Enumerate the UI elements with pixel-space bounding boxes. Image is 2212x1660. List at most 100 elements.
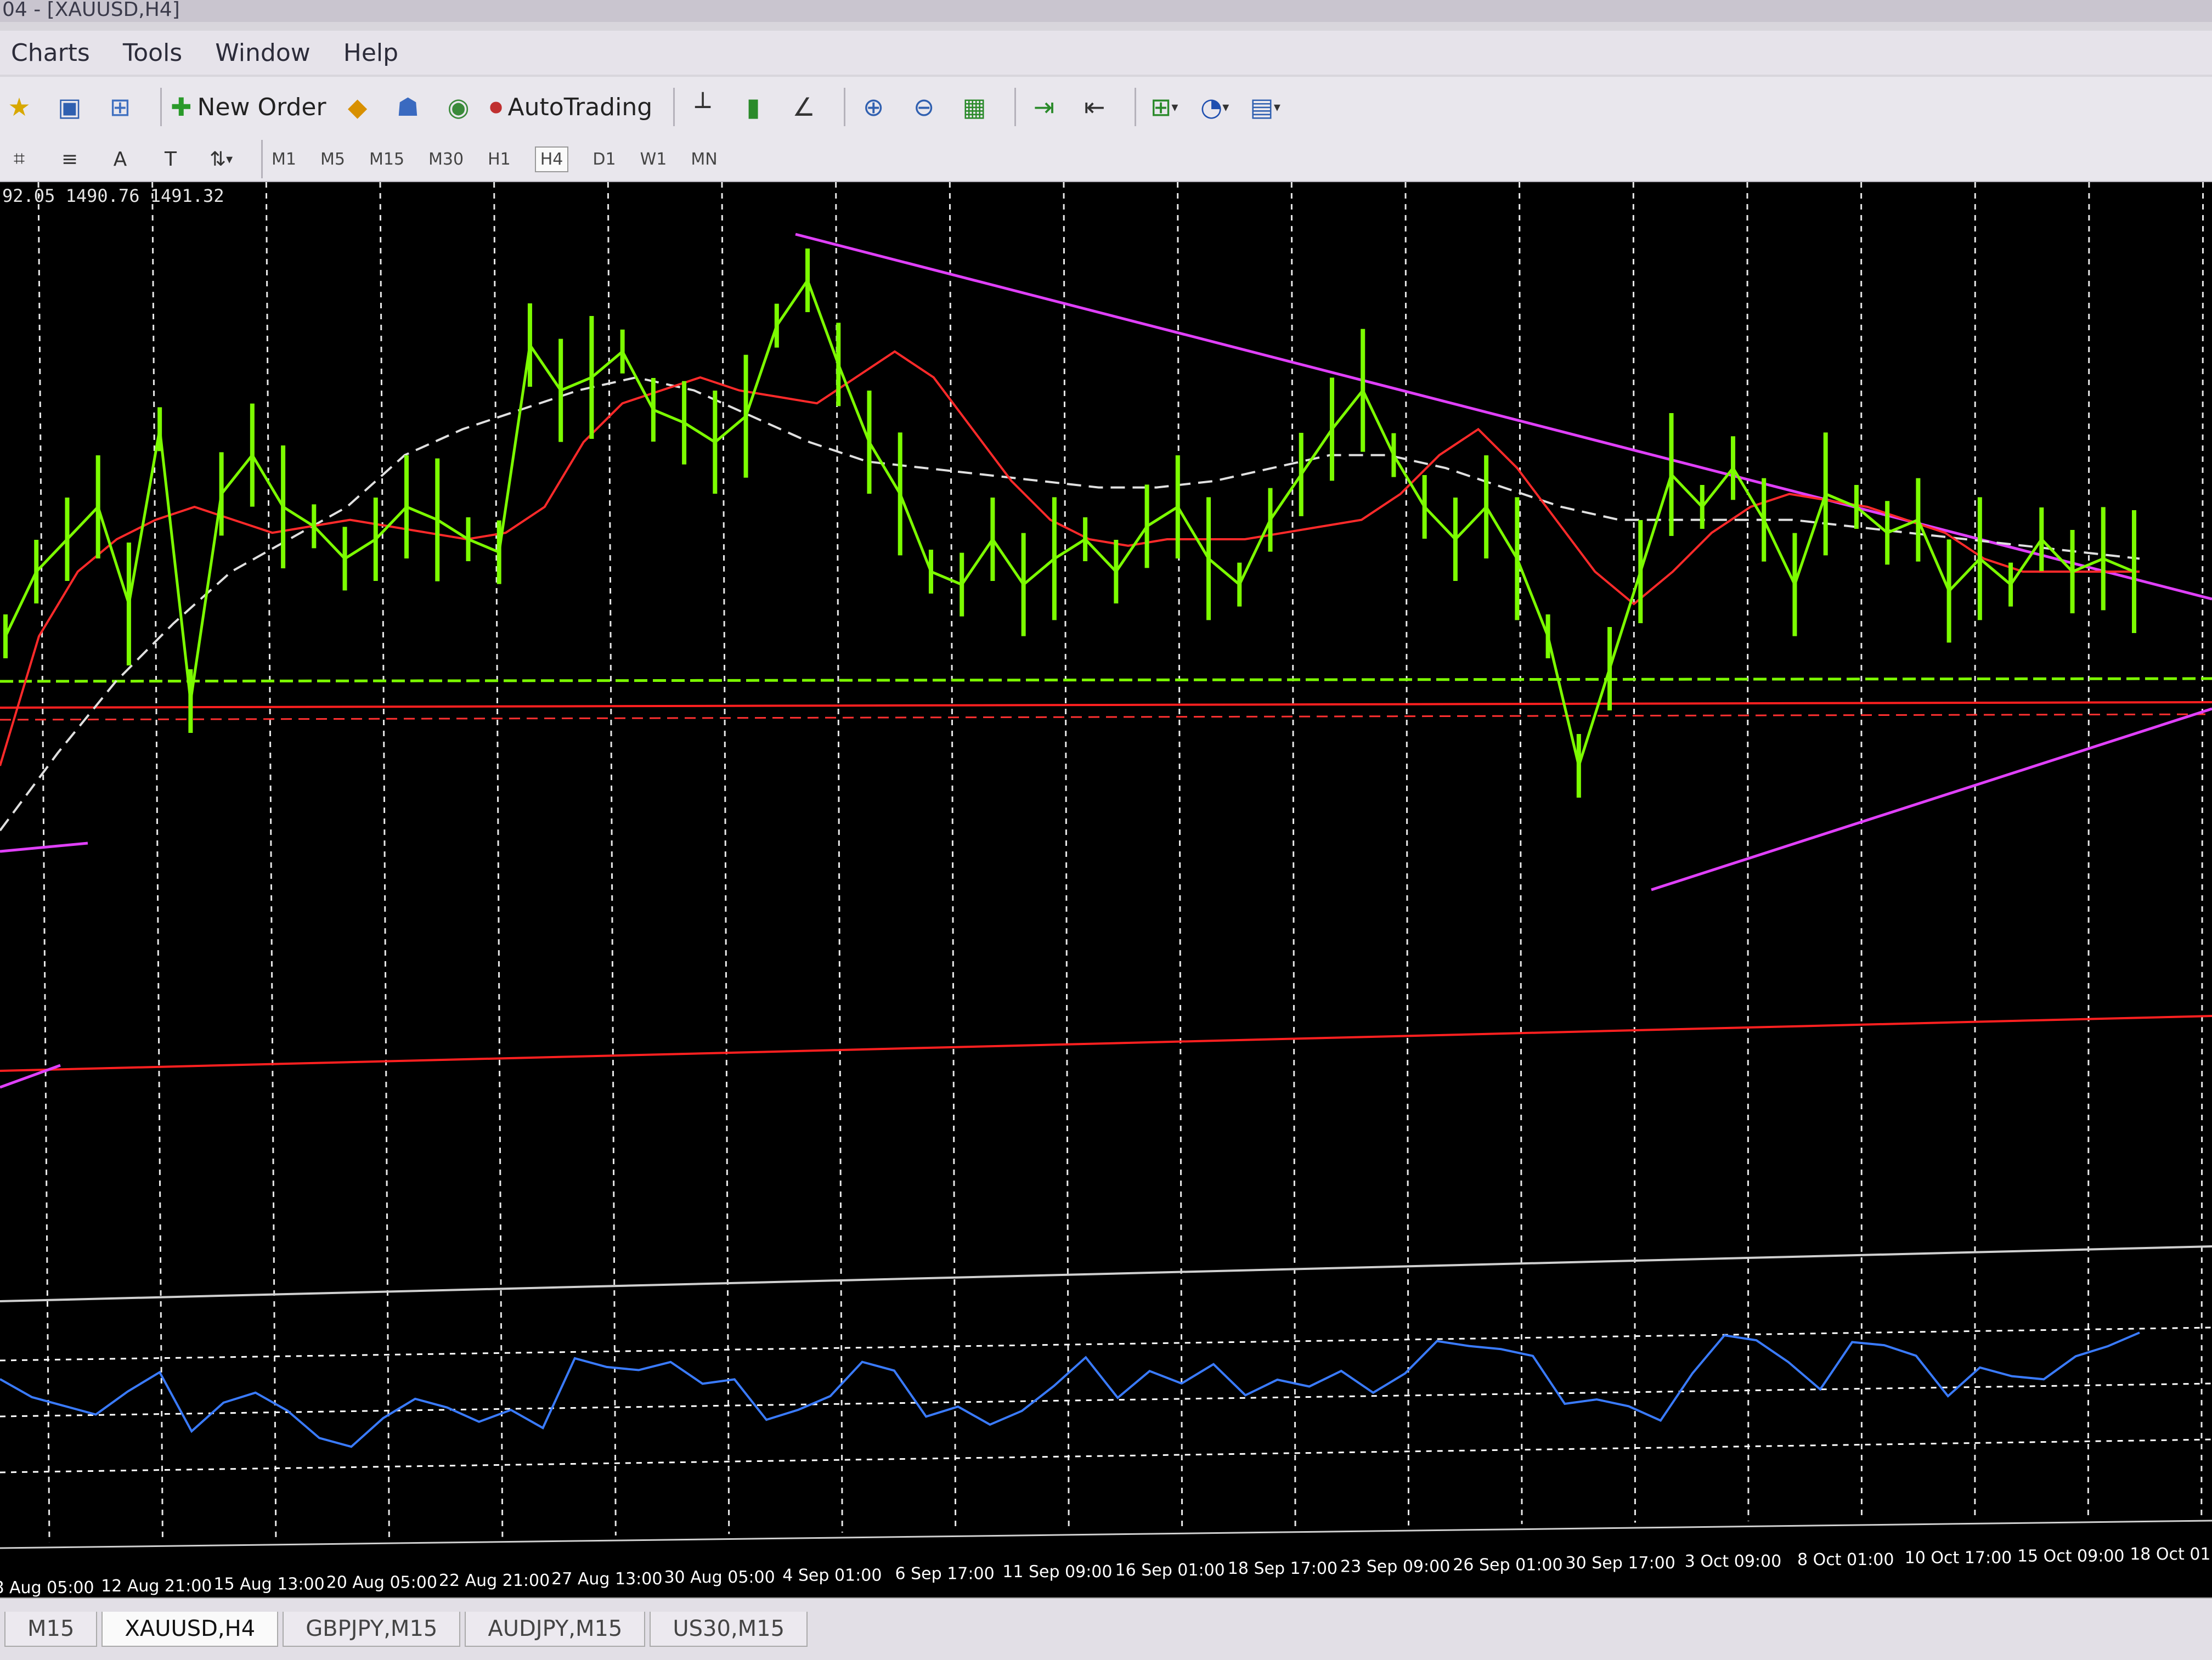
trendlines bbox=[0, 234, 2212, 1087]
timeframe-m1[interactable]: M1 bbox=[272, 150, 296, 169]
autotrading-button[interactable]: ⏺ AutoTrading bbox=[490, 88, 653, 126]
chart-shift-button[interactable]: ⇤ bbox=[1075, 88, 1114, 126]
menu-charts[interactable]: Charts bbox=[11, 39, 90, 67]
market-watch-button[interactable]: ⊞ bbox=[101, 88, 139, 126]
line-chart-button[interactable]: ∠ bbox=[785, 88, 823, 126]
toolbar-separator bbox=[1135, 88, 1136, 126]
menu-tools[interactable]: Tools bbox=[123, 39, 182, 67]
favorites-button[interactable]: ★ bbox=[0, 88, 38, 126]
time-axis-label: 8 Oct 01:00 bbox=[1797, 1550, 1894, 1569]
zoom-in-icon: ⊕ bbox=[863, 92, 884, 122]
periods-button[interactable]: ◔▾ bbox=[1195, 88, 1234, 126]
arrows-button[interactable]: ⇅▾ bbox=[202, 140, 240, 178]
vertical-gridline bbox=[1520, 182, 1522, 1524]
time-axis-label: 12 Aug 21:00 bbox=[101, 1577, 212, 1596]
time-axis-label: 15 Oct 09:00 bbox=[2017, 1546, 2125, 1566]
descending-trendline[interactable] bbox=[795, 234, 2212, 599]
vertical-gridline bbox=[1406, 182, 1409, 1526]
zoom-in-button[interactable]: ⊕ bbox=[854, 88, 893, 126]
timeframe-h1[interactable]: H1 bbox=[488, 150, 511, 169]
chart-grid bbox=[38, 182, 2203, 1543]
broadcast-button[interactable]: ◉ bbox=[439, 88, 478, 126]
timeframe-mn[interactable]: MN bbox=[691, 150, 717, 169]
autotrading-icon: ⏺ bbox=[490, 92, 503, 122]
zoom-out-button[interactable]: ⊖ bbox=[905, 88, 943, 126]
new-order-label: New Order bbox=[198, 93, 326, 121]
oscillator-level bbox=[0, 1439, 2212, 1472]
zoom-out-icon: ⊖ bbox=[913, 92, 935, 122]
chart-tabs: M15 XAUUSD,H4 GBPJPY,M15 AUDJPY,M15 US30… bbox=[0, 1597, 2212, 1660]
menu-window[interactable]: Window bbox=[215, 39, 311, 67]
oscillator-level bbox=[0, 1384, 2212, 1416]
fibonacci-button[interactable]: ≡ bbox=[50, 140, 89, 178]
ohlc-readout: 92.05 1490.76 1491.32 bbox=[2, 185, 224, 206]
cross-icon: ⌗ bbox=[14, 148, 25, 171]
autoscroll-icon: ⇥ bbox=[1034, 92, 1055, 122]
tile-windows-button[interactable]: ▦ bbox=[955, 88, 994, 126]
timeframe-m15[interactable]: M15 bbox=[369, 150, 404, 169]
vertical-gridline bbox=[1633, 182, 1635, 1523]
vertical-gridline bbox=[153, 182, 163, 1541]
time-axis-label: 27 Aug 13:00 bbox=[551, 1569, 662, 1589]
timeframe-m30[interactable]: M30 bbox=[428, 150, 464, 169]
autoscroll-button[interactable]: ⇥ bbox=[1025, 88, 1063, 126]
vertical-gridline bbox=[1178, 182, 1182, 1528]
indicator-separator[interactable] bbox=[0, 1246, 2212, 1301]
expert-button[interactable]: ☗ bbox=[389, 88, 427, 126]
new-window-button[interactable]: ▣ bbox=[50, 88, 89, 126]
standard-toolbar: ★ ▣ ⊞ ✚ New Order ◆ ☗ ◉ ⏺ AutoTrading ┴ … bbox=[0, 77, 2212, 137]
text-icon: A bbox=[114, 148, 127, 171]
broadcast-icon: ◉ bbox=[447, 92, 469, 122]
tab-us30-m15[interactable]: US30,M15 bbox=[650, 1612, 808, 1647]
price-chart[interactable]: 8 Aug 05:0012 Aug 21:0015 Aug 13:0020 Au… bbox=[0, 182, 2212, 1597]
time-axis-label: 22 Aug 21:00 bbox=[439, 1571, 550, 1590]
horizontal-levels bbox=[0, 679, 2212, 1071]
time-axis-label: 3 Oct 09:00 bbox=[1685, 1552, 1781, 1571]
timeframe-m5[interactable]: M5 bbox=[320, 150, 345, 169]
time-axis-label: 18 Oct 01:00 bbox=[2130, 1545, 2212, 1564]
vertical-gridline bbox=[1747, 182, 1748, 1521]
new-order-button[interactable]: ✚ New Order bbox=[171, 88, 326, 126]
vertical-gridline bbox=[266, 182, 276, 1540]
window-title: 04 - [XAUUSD,H4] bbox=[0, 0, 2212, 22]
time-axis-label: 18 Sep 17:00 bbox=[1228, 1559, 1338, 1578]
red-level-dashed bbox=[0, 714, 2212, 720]
line-chart-icon: ∠ bbox=[793, 92, 815, 122]
red-level-lower bbox=[0, 1016, 2212, 1071]
time-axis-label: 8 Aug 05:00 bbox=[0, 1578, 94, 1597]
time-axis-label: 11 Sep 09:00 bbox=[1002, 1562, 1112, 1582]
menu-help[interactable]: Help bbox=[343, 39, 398, 67]
tab-gbpjpy-m15[interactable]: GBPJPY,M15 bbox=[283, 1612, 460, 1647]
text-button[interactable]: A bbox=[101, 140, 139, 178]
star-icon: ★ bbox=[8, 92, 30, 122]
timeframe-w1[interactable]: W1 bbox=[640, 150, 667, 169]
grid-icon: ≡ bbox=[61, 148, 78, 171]
candlestick-button[interactable]: ▮ bbox=[734, 88, 772, 126]
tile-windows-icon: ▦ bbox=[962, 92, 986, 122]
window-icon: ▣ bbox=[58, 92, 81, 122]
vertical-gridline bbox=[1291, 182, 1295, 1527]
time-axis-border bbox=[0, 1521, 2212, 1548]
line-studies-toolbar: ⌗ ≡ A T ⇅▾ M1 M5 M15 M30 H1 H4 D1 W1 MN bbox=[0, 137, 2212, 182]
time-axis-label: 15 Aug 13:00 bbox=[213, 1575, 324, 1594]
oscillator-line bbox=[0, 1332, 2140, 1447]
tab-xauusd-h4[interactable]: XAUUSD,H4 bbox=[101, 1612, 278, 1647]
crosshair-button[interactable]: ⌗ bbox=[0, 140, 38, 178]
ascending-trendline[interactable] bbox=[1651, 709, 2212, 890]
time-axis-label: 4 Sep 01:00 bbox=[782, 1566, 882, 1585]
new-order-icon: ✚ bbox=[171, 92, 192, 122]
bar-chart-button[interactable]: ┴ bbox=[684, 88, 722, 126]
tab-audjpy-m15[interactable]: AUDJPY,M15 bbox=[465, 1612, 645, 1647]
toolbar-separator bbox=[261, 140, 263, 178]
bar-chart-icon: ┴ bbox=[695, 92, 710, 122]
timeframe-h4[interactable]: H4 bbox=[535, 146, 569, 172]
signals-button[interactable]: ◆ bbox=[338, 88, 377, 126]
tab-m15[interactable]: M15 bbox=[4, 1612, 97, 1647]
green-support-level bbox=[0, 679, 2212, 681]
label-button[interactable]: T bbox=[151, 140, 190, 178]
timeframe-d1[interactable]: D1 bbox=[592, 150, 616, 169]
toolbar-separator bbox=[673, 88, 675, 126]
templates-button[interactable]: ▤▾ bbox=[1246, 88, 1284, 126]
chart-window[interactable]: 8 Aug 05:0012 Aug 21:0015 Aug 13:0020 Au… bbox=[0, 182, 2212, 1597]
indicators-button[interactable]: ⊞▾ bbox=[1145, 88, 1183, 126]
